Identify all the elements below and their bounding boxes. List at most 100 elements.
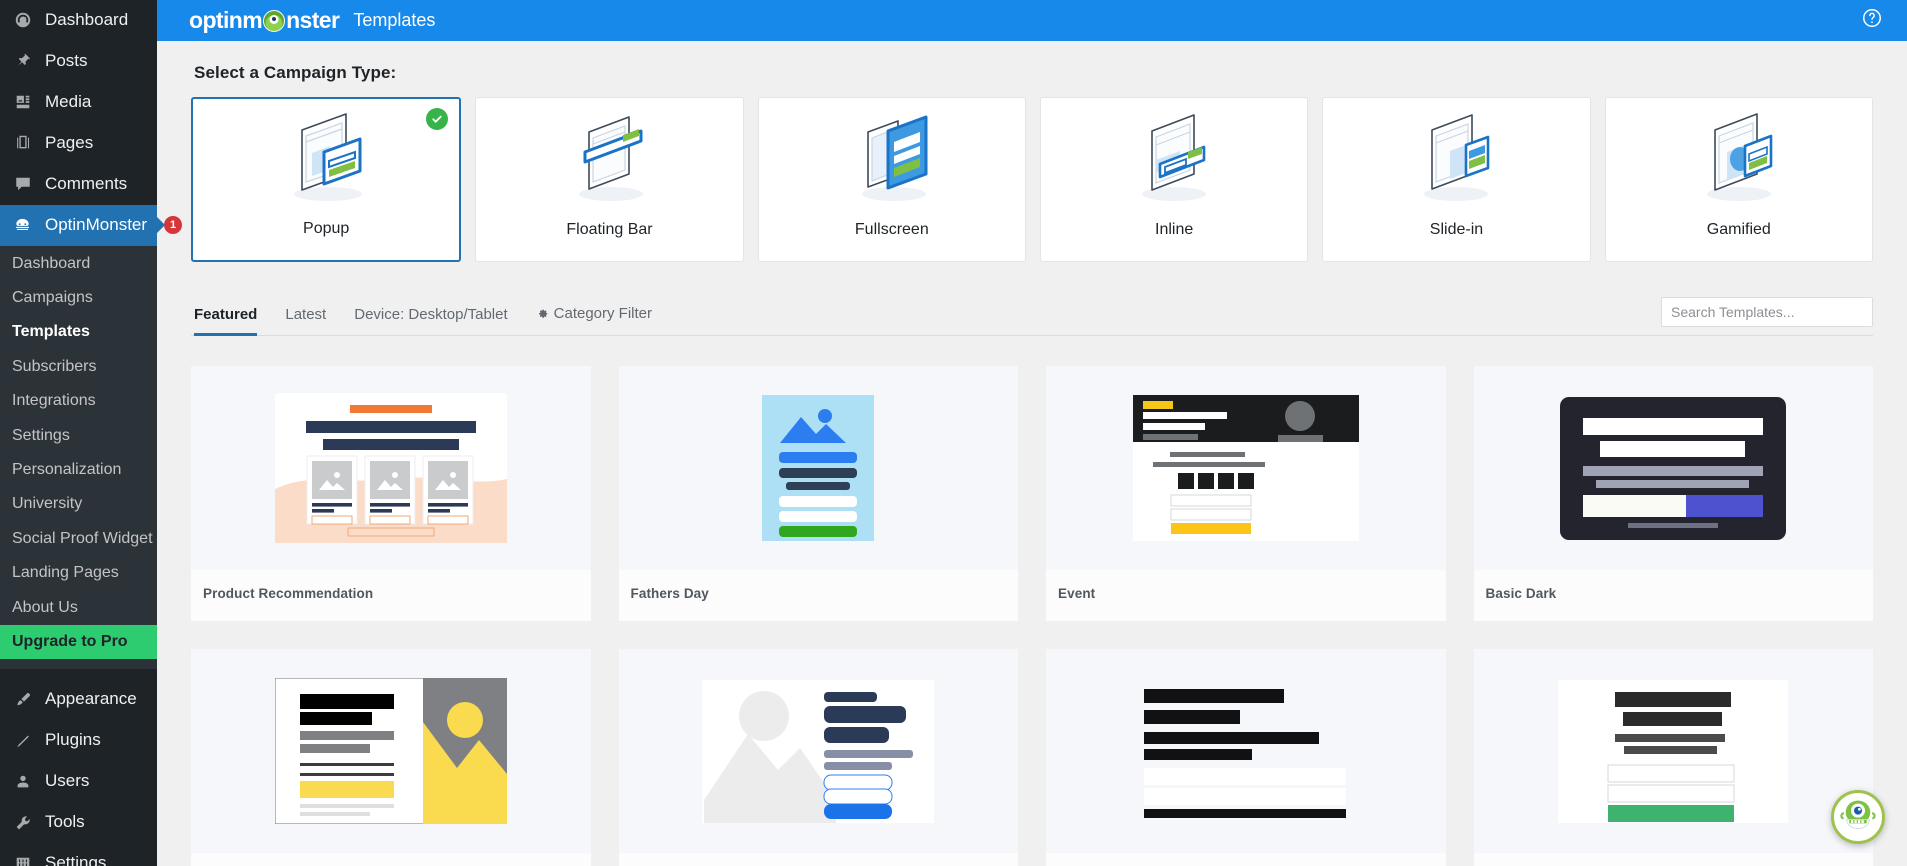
tab-latest[interactable]: Latest: [271, 306, 340, 335]
dashboard-icon: [11, 11, 34, 29]
tab-label: Device: Desktop/Tablet: [354, 306, 508, 323]
template-card[interactable]: Fathers Day: [618, 366, 1018, 621]
template-name: Basic Dark: [1485, 586, 1557, 601]
sidebar-divider: [0, 669, 157, 680]
template-card[interactable]: [618, 649, 1019, 866]
sidebar-item-settings[interactable]: Settings: [0, 843, 157, 866]
media-icon: [11, 93, 34, 111]
settings-sliders-icon: [11, 855, 34, 866]
pin-icon: [11, 52, 34, 70]
submenu-item-social-proof-widget[interactable]: Social Proof Widget: [0, 522, 157, 556]
tab-category-filter[interactable]: Category Filter: [522, 305, 666, 335]
submenu-item-templates[interactable]: Templates: [0, 315, 157, 349]
template-card[interactable]: Product Recommendation: [191, 366, 591, 621]
campaign-type-label: Floating Bar: [566, 221, 653, 238]
optinmonster-submenu: Dashboard Campaigns Templates Subscriber…: [0, 245, 157, 670]
sidebar-item-label: Dashboard: [45, 10, 129, 29]
page-title: Templates: [353, 10, 436, 30]
sidebar-item-users[interactable]: Users: [0, 761, 157, 802]
campaign-type-slide-in[interactable]: Slide-in: [1322, 97, 1591, 262]
floating-bar-illustration: [476, 98, 742, 221]
search-input[interactable]: [1661, 297, 1873, 327]
admin-sidebar: Dashboard Posts Media Pages Comments Opt…: [0, 0, 183, 866]
tab-label: Category Filter: [553, 305, 653, 322]
pages-icon: [11, 134, 34, 152]
brush-icon: [11, 691, 34, 709]
sidebar-item-plugins[interactable]: Plugins: [0, 720, 157, 761]
tab-featured[interactable]: Featured: [194, 306, 271, 336]
sidebar-item-media[interactable]: Media: [0, 82, 157, 123]
sidebar-item-label: OptinMonster: [45, 214, 148, 234]
submenu-item-dashboard[interactable]: Dashboard: [0, 247, 157, 281]
gamified-illustration: [1606, 98, 1872, 221]
campaign-type-floating-bar[interactable]: Floating Bar: [475, 97, 744, 262]
logo-text-lead: optinm: [189, 7, 263, 33]
template-thumbnail: [1046, 649, 1446, 853]
chat-launcher-button[interactable]: [1831, 790, 1885, 844]
template-card[interactable]: Event: [1046, 366, 1446, 621]
sidebar-item-dashboard[interactable]: Dashboard: [0, 0, 157, 41]
campaign-type-inline[interactable]: Inline: [1039, 97, 1309, 262]
template-thumbnail: [1473, 366, 1873, 570]
campaign-type-label: Fullscreen: [854, 221, 929, 238]
sidebar-item-pages[interactable]: Pages: [0, 123, 157, 164]
campaign-type-fullscreen[interactable]: Fullscreen: [757, 97, 1026, 262]
submenu-item-landing-pages[interactable]: Landing Pages: [0, 556, 157, 590]
optinmonster-mascot-icon: [1837, 794, 1879, 841]
submenu-item-integrations[interactable]: Integrations: [0, 384, 157, 418]
template-filter-tabs: Featured Latest Device: Desktop/Tablet C…: [191, 294, 1873, 336]
submenu-item-personalization[interactable]: Personalization: [0, 453, 157, 487]
template-card[interactable]: [191, 649, 591, 866]
page-content: Select a Campaign Type: Popup Floating B…: [157, 41, 1907, 866]
template-thumbnail: [1473, 649, 1873, 853]
optinmonster-header-bar: optinm nster Templates: [157, 0, 1907, 41]
sidebar-item-label: Pages: [45, 132, 94, 152]
submenu-item-campaigns[interactable]: Campaigns: [0, 281, 157, 315]
select-campaign-type-heading: Select a Campaign Type:: [194, 63, 397, 82]
template-card[interactable]: [1046, 649, 1446, 866]
optinmonster-mascot-icon: [263, 9, 286, 32]
submenu-item-about-us[interactable]: About Us: [0, 591, 157, 625]
tab-label: Latest: [285, 306, 327, 323]
optinmonster-logo[interactable]: optinm nster: [189, 7, 340, 34]
users-icon: [11, 773, 34, 791]
wordpress-admin-screen: Dashboard Posts Media Pages Comments Opt…: [0, 0, 1907, 866]
submenu-item-subscribers[interactable]: Subscribers: [0, 350, 157, 384]
campaign-type-list: Popup Floating Bar Fullscreen Inline Sli…: [191, 97, 1873, 262]
slide-in-illustration: [1323, 98, 1589, 221]
campaign-type-gamified[interactable]: Gamified: [1604, 97, 1873, 262]
sidebar-item-comments[interactable]: Comments: [0, 164, 157, 205]
fullscreen-illustration: [759, 98, 1025, 221]
sidebar-item-posts[interactable]: Posts: [0, 41, 157, 82]
sidebar-item-appearance[interactable]: Appearance: [0, 679, 157, 720]
campaign-type-label: Gamified: [1706, 221, 1771, 238]
template-card[interactable]: Basic Dark: [1473, 366, 1873, 621]
submenu-item-settings[interactable]: Settings: [0, 419, 157, 453]
template-thumbnail: [191, 366, 591, 570]
popup-illustration: [193, 99, 459, 220]
sidebar-item-optinmonster[interactable]: OptinMonster 1: [0, 204, 183, 246]
plug-icon: [11, 732, 34, 750]
submenu-item-university[interactable]: University: [0, 487, 157, 521]
tab-device-filter[interactable]: Device: Desktop/Tablet: [340, 306, 521, 335]
campaign-type-label: Slide-in: [1429, 221, 1484, 238]
template-card[interactable]: [1473, 649, 1874, 866]
optinmonster-icon: [11, 216, 34, 235]
wrench-icon: [11, 814, 34, 832]
template-name: Fathers Day: [630, 586, 709, 601]
sidebar-item-label: Posts: [45, 50, 88, 70]
campaign-type-label: Inline: [1155, 221, 1194, 238]
campaign-type-label: Popup: [303, 220, 350, 237]
template-name: [1474, 853, 1874, 866]
sidebar-item-label: Settings: [45, 853, 107, 866]
template-name: [619, 853, 1019, 866]
sidebar-item-tools[interactable]: Tools: [0, 802, 157, 843]
template-name: [191, 853, 591, 866]
sidebar-item-label: Comments: [45, 173, 128, 193]
submenu-item-upgrade-to-pro[interactable]: Upgrade to Pro: [0, 624, 157, 660]
sidebar-item-label: Media: [45, 91, 92, 111]
campaign-type-popup[interactable]: Popup: [191, 97, 462, 262]
template-thumbnail: [191, 649, 591, 853]
sidebar-item-label: Users: [45, 771, 90, 791]
help-button[interactable]: [1861, 7, 1883, 34]
